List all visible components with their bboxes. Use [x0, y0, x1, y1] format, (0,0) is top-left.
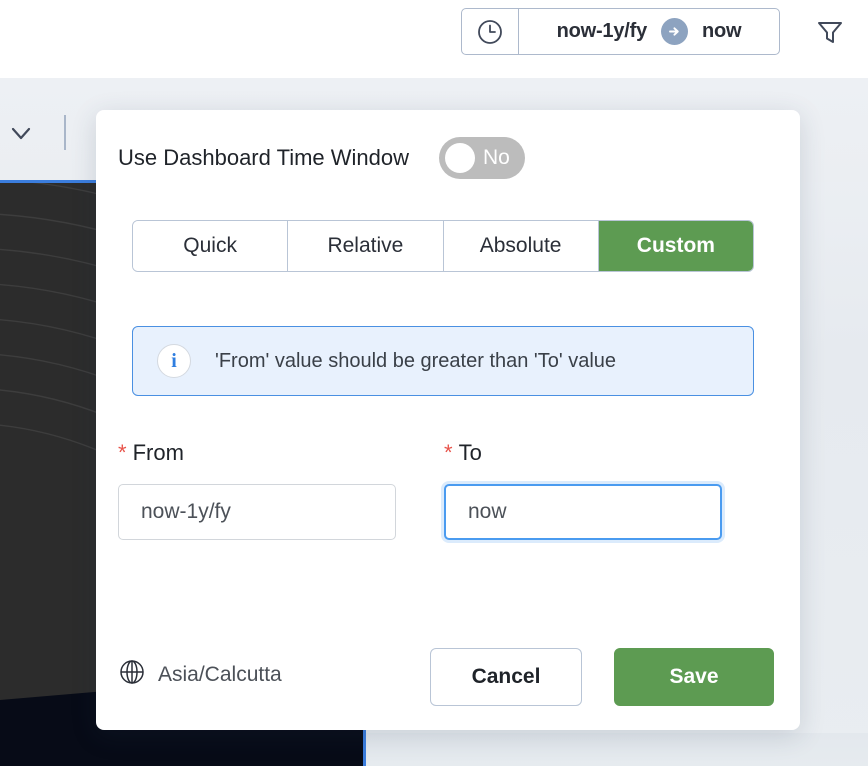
- from-label: * From: [118, 440, 398, 466]
- from-required-marker: *: [118, 440, 127, 465]
- page-bottom-strip: [366, 733, 868, 766]
- globe-icon: [118, 658, 146, 691]
- save-button[interactable]: Save: [614, 648, 774, 706]
- tab-absolute-label: Absolute: [479, 234, 562, 257]
- validation-info-banner: i 'From' value should be greater than 'T…: [132, 326, 754, 396]
- time-range-to-value: now: [702, 20, 742, 42]
- to-label-text: To: [458, 440, 482, 465]
- dialog-title: Use Dashboard Time Window: [118, 145, 410, 170]
- info-icon: i: [157, 344, 191, 378]
- chevron-down-icon[interactable]: [8, 120, 34, 146]
- cancel-button[interactable]: Cancel: [430, 648, 582, 706]
- timezone-label: Asia/Calcutta: [158, 662, 282, 686]
- validation-message: 'From' value should be greater than 'To'…: [215, 349, 617, 372]
- from-field-group: * From now-1y/fy: [118, 440, 398, 540]
- toggle-state-label: No: [483, 146, 510, 169]
- tab-custom-label: Custom: [636, 234, 715, 257]
- time-range-picker[interactable]: now-1y/fy now: [461, 8, 780, 55]
- toggle-knob: [445, 143, 476, 173]
- to-required-marker: *: [444, 440, 453, 465]
- tab-quick-label: Quick: [183, 234, 237, 257]
- time-range-values[interactable]: now-1y/fy now: [519, 9, 779, 54]
- dashboard-time-window-row: Use Dashboard Time Window No: [118, 137, 526, 179]
- tab-relative-label: Relative: [327, 234, 404, 257]
- time-mode-tabs: Quick Relative Absolute Custom: [132, 220, 754, 272]
- tab-quick[interactable]: Quick: [133, 221, 289, 271]
- app-root: now-1y/fy now Use Dashboard Time Window …: [0, 0, 868, 766]
- from-input[interactable]: now-1y/fy: [118, 484, 396, 540]
- use-dashboard-time-window-toggle[interactable]: No: [439, 137, 526, 179]
- timezone-display[interactable]: Asia/Calcutta: [118, 658, 282, 691]
- cancel-button-label: Cancel: [471, 665, 541, 688]
- to-field-group: * To now: [444, 440, 724, 540]
- from-label-text: From: [132, 440, 184, 465]
- tab-custom[interactable]: Custom: [598, 221, 753, 271]
- time-window-dialog: Use Dashboard Time Window No Quick Relat…: [96, 110, 800, 730]
- toolbar-divider: [64, 115, 66, 150]
- arrow-right-icon: [661, 18, 689, 45]
- tab-relative[interactable]: Relative: [288, 221, 444, 271]
- to-input[interactable]: now: [444, 484, 722, 540]
- to-label: * To: [444, 440, 724, 466]
- filter-icon[interactable]: [812, 14, 848, 50]
- time-range-from-value: now-1y/fy: [556, 20, 648, 42]
- tab-absolute[interactable]: Absolute: [443, 221, 599, 271]
- clock-icon: [462, 9, 519, 54]
- save-button-label: Save: [669, 665, 719, 688]
- top-header-bar: now-1y/fy now: [0, 0, 868, 78]
